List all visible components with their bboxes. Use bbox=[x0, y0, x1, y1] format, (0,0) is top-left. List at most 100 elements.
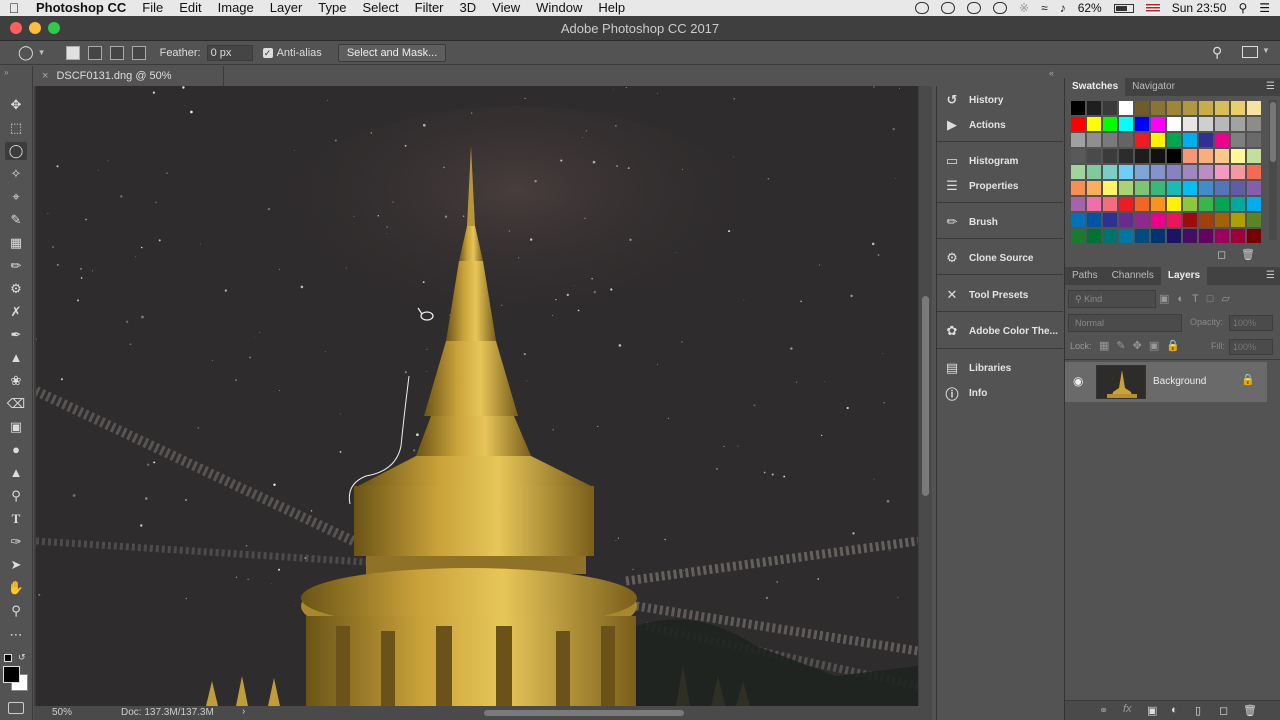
color-swatch[interactable] bbox=[1151, 101, 1165, 115]
color-swatch[interactable] bbox=[1119, 133, 1133, 147]
link-layers-icon[interactable]: ⚭ bbox=[1099, 704, 1108, 717]
color-swatch[interactable] bbox=[1087, 101, 1101, 115]
color-swatch[interactable] bbox=[1183, 213, 1197, 227]
color-swatch[interactable] bbox=[1247, 117, 1261, 131]
preset-dropdown-arrow-icon[interactable]: ▼ bbox=[38, 48, 46, 57]
color-swatch[interactable] bbox=[1119, 181, 1133, 195]
color-swatch[interactable] bbox=[1247, 229, 1261, 243]
color-swatch[interactable] bbox=[1199, 181, 1213, 195]
tab-swatches[interactable]: Swatches bbox=[1065, 78, 1126, 96]
healing-brush-tool-icon[interactable]: ▦ bbox=[5, 234, 27, 252]
color-swatch[interactable] bbox=[1247, 181, 1261, 195]
lock-options-icons[interactable]: ▦✎✥▣🔒 bbox=[1099, 339, 1187, 352]
panel-brush[interactable]: ✏ Brush bbox=[943, 211, 1061, 233]
hand-tool-icon[interactable]: ✋ bbox=[5, 579, 27, 597]
feather-input[interactable]: 0 px bbox=[206, 44, 253, 61]
color-swatch[interactable] bbox=[1103, 229, 1117, 243]
new-selection-button[interactable] bbox=[65, 45, 80, 60]
color-swatch[interactable] bbox=[1087, 117, 1101, 131]
zoom-tool-icon[interactable]: ⚲ bbox=[5, 602, 27, 620]
document-size-info[interactable]: Doc: 137.3M/137.3M bbox=[121, 707, 214, 718]
new-layer-icon[interactable]: ◻ bbox=[1219, 704, 1228, 717]
color-swatch[interactable] bbox=[1071, 101, 1085, 115]
color-swatch[interactable] bbox=[1183, 229, 1197, 243]
tab-navigator[interactable]: Navigator bbox=[1125, 78, 1182, 96]
color-swatch[interactable] bbox=[1247, 213, 1261, 227]
panel-history[interactable]: ↺ History bbox=[943, 89, 1061, 111]
color-swatch[interactable] bbox=[1199, 101, 1213, 115]
color-swatch[interactable] bbox=[1231, 133, 1245, 147]
color-swatch[interactable] bbox=[1215, 229, 1229, 243]
color-swatch[interactable] bbox=[1135, 229, 1149, 243]
quick-selection-tool-icon[interactable]: ✧ bbox=[5, 165, 27, 183]
color-swatch[interactable] bbox=[1231, 213, 1245, 227]
clone-stamp-tool-icon[interactable]: ⚙ bbox=[5, 280, 27, 298]
color-swatch[interactable] bbox=[1199, 149, 1213, 163]
color-swatch[interactable] bbox=[1087, 165, 1101, 179]
layer-lock-icon[interactable]: 🔒 bbox=[1241, 373, 1255, 386]
color-swatch[interactable] bbox=[1167, 117, 1181, 131]
color-swatch[interactable] bbox=[1215, 181, 1229, 195]
panel-adobe-color-themes[interactable]: ✿ Adobe Color The... bbox=[943, 320, 1061, 342]
color-swatch[interactable] bbox=[1215, 101, 1229, 115]
sharpen-tool-icon[interactable]: ▲ bbox=[5, 464, 27, 482]
color-swatch[interactable] bbox=[1167, 229, 1181, 243]
menu-help[interactable]: Help bbox=[590, 0, 633, 16]
panel-info[interactable]: ⓘ Info bbox=[943, 382, 1061, 404]
menu-type[interactable]: Type bbox=[310, 0, 354, 16]
panel-histogram[interactable]: ▭ Histogram bbox=[943, 150, 1061, 172]
battery-percent[interactable]: 62% bbox=[1078, 1, 1102, 15]
canvas-area[interactable] bbox=[34, 86, 920, 706]
panel-tool-presets[interactable]: ✕ Tool Presets bbox=[943, 284, 1061, 306]
battery-icon[interactable] bbox=[1113, 3, 1134, 13]
panel-properties[interactable]: ☰ Properties bbox=[943, 175, 1061, 197]
color-swatch[interactable] bbox=[1071, 229, 1085, 243]
color-swatch[interactable] bbox=[1151, 229, 1165, 243]
path-selection-tool-icon[interactable]: ➤ bbox=[5, 556, 27, 574]
intersect-selection-button[interactable] bbox=[131, 45, 146, 60]
default-colors-icon[interactable] bbox=[4, 654, 12, 662]
color-swatch[interactable] bbox=[1215, 165, 1229, 179]
color-swatch[interactable] bbox=[1135, 197, 1149, 211]
tab-paths[interactable]: Paths bbox=[1065, 267, 1105, 285]
menu-edit[interactable]: Edit bbox=[171, 0, 209, 16]
add-to-selection-button[interactable] bbox=[87, 45, 102, 60]
color-swatch[interactable] bbox=[1167, 165, 1181, 179]
color-swatch[interactable] bbox=[1103, 181, 1117, 195]
panel-libraries[interactable]: ▤ Libraries bbox=[943, 357, 1061, 379]
panel-clone-source[interactable]: ⚙ Clone Source bbox=[943, 247, 1061, 269]
color-swatch[interactable] bbox=[1183, 117, 1197, 131]
swatches-panel-menu-icon[interactable]: ☰ bbox=[1266, 81, 1275, 92]
color-swatch[interactable] bbox=[1135, 165, 1149, 179]
status-menu-arrow-icon[interactable]: › bbox=[242, 706, 245, 717]
color-swatch[interactable] bbox=[1119, 117, 1133, 131]
delete-swatch-icon[interactable]: 🗑 bbox=[1241, 248, 1255, 261]
color-swatch[interactable] bbox=[1151, 117, 1165, 131]
color-swatch[interactable] bbox=[1087, 149, 1101, 163]
color-swatch[interactable] bbox=[1151, 133, 1165, 147]
swatches-scrollbar[interactable] bbox=[1269, 100, 1277, 240]
color-swatch[interactable] bbox=[1119, 101, 1133, 115]
color-swatch[interactable] bbox=[1199, 229, 1213, 243]
lasso-tool-icon[interactable]: ◯ bbox=[5, 142, 27, 160]
swap-colors-icon[interactable]: ↺ bbox=[18, 652, 26, 663]
dodge-tool-icon[interactable]: ⚲ bbox=[5, 487, 27, 505]
horizontal-scroll-thumb[interactable] bbox=[484, 710, 684, 716]
color-swatch[interactable] bbox=[1071, 117, 1085, 131]
panel-actions[interactable]: ▶ Actions bbox=[943, 114, 1061, 136]
color-swatch[interactable] bbox=[1231, 181, 1245, 195]
gradient-tool-icon[interactable]: ▣ bbox=[5, 418, 27, 436]
color-swatch[interactable] bbox=[1167, 197, 1181, 211]
move-tool-icon[interactable]: ✥ bbox=[5, 96, 27, 114]
delete-layer-icon[interactable]: 🗑 bbox=[1243, 704, 1257, 717]
color-swatch[interactable] bbox=[1247, 165, 1261, 179]
color-swatch[interactable] bbox=[1103, 101, 1117, 115]
menu-3d[interactable]: 3D bbox=[452, 0, 485, 16]
color-swatch[interactable] bbox=[1231, 117, 1245, 131]
color-swatch[interactable] bbox=[1135, 181, 1149, 195]
new-swatch-icon[interactable]: ◻ bbox=[1217, 248, 1226, 261]
color-swatch[interactable] bbox=[1119, 149, 1133, 163]
tab-layers[interactable]: Layers bbox=[1160, 267, 1208, 285]
spotlight-icon[interactable]: ⚲ bbox=[1238, 1, 1247, 15]
color-swatch[interactable] bbox=[1167, 213, 1181, 227]
